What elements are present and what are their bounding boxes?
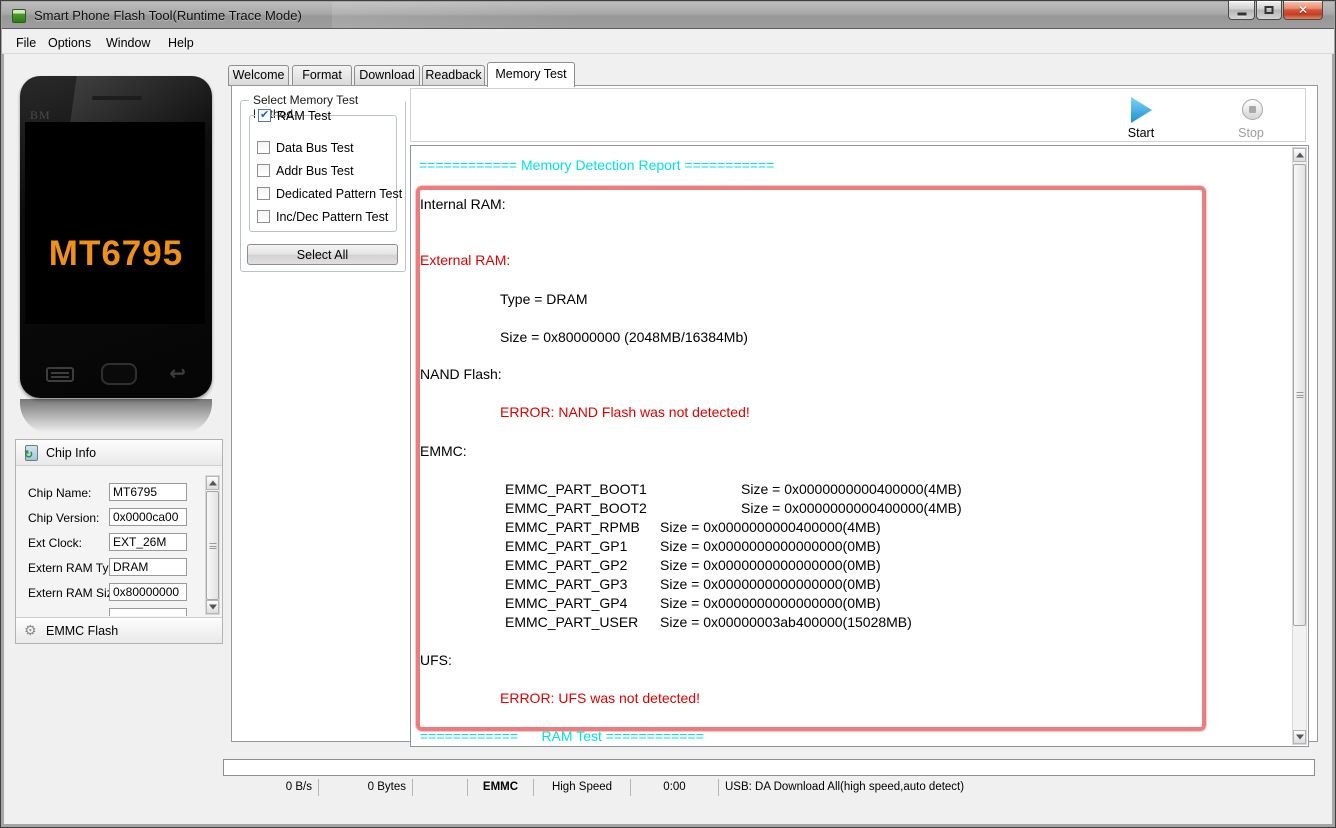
close-icon: ✕ bbox=[1297, 3, 1309, 17]
stop-label: Stop bbox=[1238, 126, 1264, 140]
incdec-pattern-label: Inc/Dec Pattern Test bbox=[276, 210, 389, 224]
addr-bus-checkbox-icon[interactable] bbox=[257, 164, 270, 177]
report-highlight-box bbox=[416, 186, 1206, 731]
report-header: ============ Memory Detection Report ===… bbox=[419, 157, 775, 173]
chip-info-icon bbox=[24, 445, 38, 461]
maximize-button[interactable] bbox=[1256, 1, 1282, 20]
emmc-flash-header[interactable]: ⚙ EMMC Flash bbox=[16, 617, 222, 643]
phone-preview: BM MT6795 ↩ bbox=[20, 76, 212, 398]
menu-item-file[interactable]: File bbox=[11, 34, 41, 52]
stop-icon bbox=[1242, 99, 1263, 120]
ram-test-checkbox-icon[interactable] bbox=[258, 108, 271, 122]
ram-test-checkbox[interactable]: RAM Test bbox=[255, 108, 331, 123]
report-scroll-thumb[interactable] bbox=[1293, 164, 1306, 626]
stop-button[interactable]: Stop bbox=[1216, 89, 1286, 141]
menu-item-help[interactable]: Help bbox=[163, 34, 199, 52]
status-bar: 0 B/s 0 Bytes EMMC High Speed 0:00 USB: … bbox=[223, 779, 1315, 796]
data-bus-checkbox-icon[interactable] bbox=[257, 141, 270, 154]
app-window: Smart Phone Flash Tool(Runtime Trace Mod… bbox=[0, 0, 1336, 828]
chip-name-label: Chip Name: bbox=[28, 486, 92, 500]
close-button[interactable]: ✕ bbox=[1283, 1, 1323, 20]
status-usb-info: USB: DA Download All(high speed,auto det… bbox=[725, 781, 965, 793]
chip-info-panel: Chip Info Chip Name: Chip Version: Ext C… bbox=[15, 439, 223, 644]
title-bar: Smart Phone Flash Tool(Runtime Trace Mod… bbox=[2, 2, 1334, 29]
menu-item-options[interactable]: Options bbox=[43, 34, 96, 52]
gear-icon: ⚙ bbox=[24, 622, 37, 638]
minimize-button[interactable] bbox=[1228, 1, 1255, 20]
ram-test-group: RAM Test Data Bus Test Addr Bus Test Ded… bbox=[249, 108, 402, 232]
ext-clock-label: Ext Clock: bbox=[28, 536, 83, 550]
phone-menu-icon bbox=[46, 367, 74, 382]
report-scroll-down-icon[interactable] bbox=[1293, 730, 1306, 744]
report-area: ============ Memory Detection Report ===… bbox=[410, 145, 1309, 747]
ram-test-label: RAM Test bbox=[277, 109, 331, 123]
minimize-icon bbox=[1237, 12, 1246, 16]
phone-back-icon: ↩ bbox=[169, 363, 186, 385]
memory-test-method-group: Select Memory Test Method RAM Test Data … bbox=[240, 93, 406, 272]
status-empty bbox=[413, 779, 468, 796]
emmc-flash-title: EMMC Flash bbox=[46, 624, 119, 638]
start-label: Start bbox=[1127, 126, 1155, 140]
chip-version-input[interactable] bbox=[109, 508, 187, 526]
scroll-thumb[interactable] bbox=[206, 491, 219, 600]
chip-name-input[interactable] bbox=[109, 483, 187, 501]
scroll-grip-icon bbox=[209, 542, 216, 549]
tab-readback[interactable]: Readback bbox=[422, 65, 485, 86]
addr-bus-label: Addr Bus Test bbox=[276, 164, 354, 178]
extern-ram-type-input[interactable] bbox=[109, 558, 187, 576]
start-play-icon bbox=[1131, 97, 1152, 123]
status-usb-speed: High Speed bbox=[534, 779, 631, 796]
phone-screen bbox=[25, 122, 205, 324]
titlebar-sheen bbox=[332, 2, 752, 28]
progress-bar bbox=[223, 759, 1315, 776]
select-all-button[interactable]: Select All bbox=[247, 244, 398, 265]
phone-home-button-icon bbox=[101, 363, 137, 385]
phone-brand-label: BM bbox=[30, 108, 51, 122]
incdec-pattern-checkbox-icon[interactable] bbox=[257, 210, 270, 223]
chip-version-label: Chip Version: bbox=[28, 511, 100, 525]
maximize-icon bbox=[1264, 6, 1274, 14]
scroll-down-icon[interactable] bbox=[206, 600, 219, 614]
tab-memory-test[interactable]: Memory Test bbox=[487, 62, 575, 87]
menu-bar: File Options Window Help bbox=[2, 29, 1334, 54]
test-toolbar: Start Stop bbox=[410, 88, 1306, 142]
extern-ram-size-input[interactable] bbox=[109, 583, 187, 601]
chip-info-header[interactable]: Chip Info bbox=[16, 440, 222, 466]
data-bus-label: Data Bus Test bbox=[276, 141, 354, 155]
status-speed: 0 B/s bbox=[223, 779, 319, 796]
report-scroll-grip-icon bbox=[1296, 392, 1303, 398]
start-button[interactable]: Start bbox=[1106, 89, 1176, 141]
status-time: 0:00 bbox=[631, 779, 719, 796]
chip-info-scrollbar[interactable] bbox=[205, 475, 220, 615]
app-icon bbox=[12, 9, 26, 23]
menu-item-window[interactable]: Window bbox=[101, 34, 155, 52]
extra-field-input[interactable] bbox=[109, 608, 187, 616]
dedicated-pattern-label: Dedicated Pattern Test bbox=[276, 187, 403, 201]
phone-nav-bar: ↩ bbox=[20, 361, 212, 391]
status-storage: EMMC bbox=[468, 779, 534, 796]
report-scroll-up-icon[interactable] bbox=[1293, 148, 1306, 162]
phone-reflection bbox=[20, 399, 212, 433]
tab-download[interactable]: Download bbox=[354, 65, 420, 86]
memory-test-page: Select Memory Test Method RAM Test Data … bbox=[231, 85, 1318, 747]
status-bytes: 0 Bytes bbox=[319, 779, 413, 796]
dedicated-pattern-checkbox-icon[interactable] bbox=[257, 187, 270, 200]
phone-chip-label: MT6795 bbox=[48, 234, 184, 273]
tab-format[interactable]: Format bbox=[292, 65, 352, 86]
chip-info-title: Chip Info bbox=[46, 446, 97, 460]
report-scrollbar[interactable] bbox=[1292, 147, 1307, 745]
ext-clock-input[interactable] bbox=[109, 533, 187, 551]
window-title: Smart Phone Flash Tool(Runtime Trace Mod… bbox=[34, 8, 302, 23]
phone-speaker bbox=[92, 96, 142, 100]
scroll-up-icon[interactable] bbox=[206, 476, 219, 490]
chip-info-body: Chip Name: Chip Version: Ext Clock: Exte… bbox=[17, 467, 221, 616]
tab-welcome[interactable]: Welcome bbox=[228, 65, 289, 86]
